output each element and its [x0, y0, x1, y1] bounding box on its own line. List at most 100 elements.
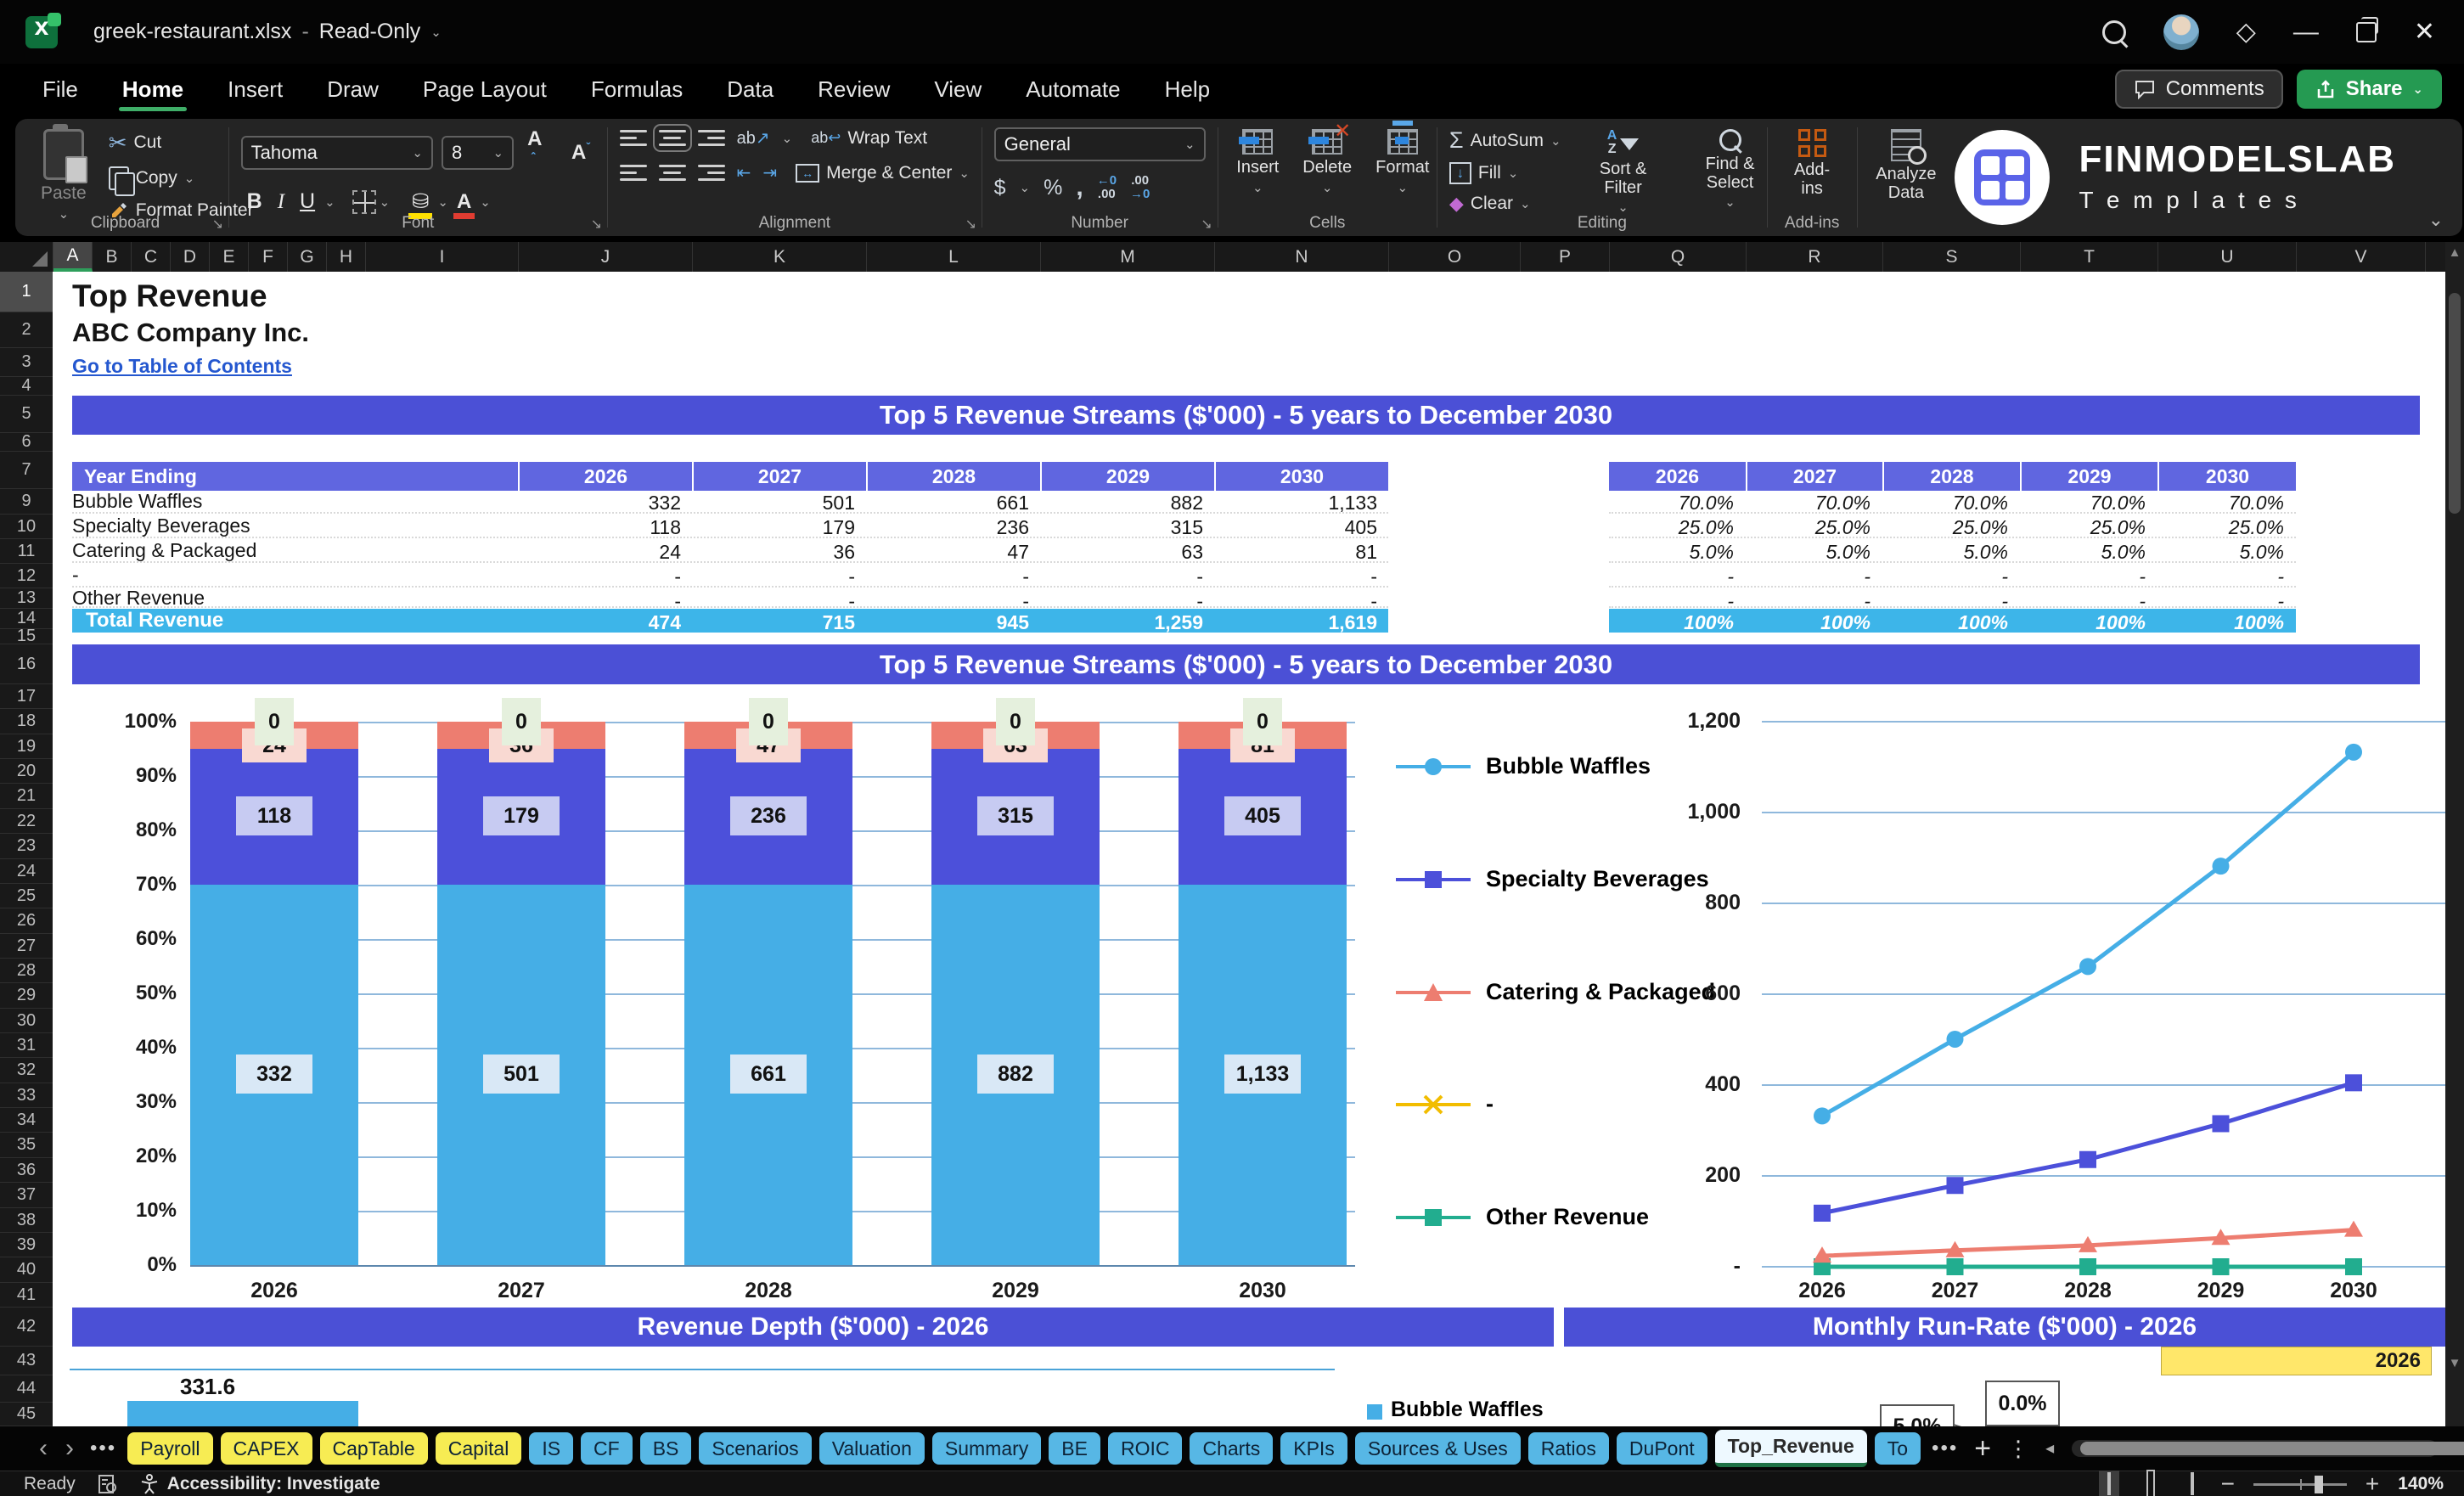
increase-decimal-button[interactable]: ←0.00 — [1097, 173, 1117, 202]
more-sheets-icon[interactable]: ••• — [1928, 1437, 1961, 1460]
row-header-29[interactable]: 29 — [0, 983, 53, 1009]
font-size-select[interactable]: 8 ⌄ — [441, 135, 515, 170]
ribbon-tab-page-layout[interactable]: Page Layout — [404, 70, 565, 110]
account-avatar[interactable] — [2163, 14, 2199, 50]
ribbon-tab-data[interactable]: Data — [708, 70, 792, 110]
row-header-1[interactable]: 1 — [0, 272, 53, 312]
column-header-K[interactable]: K — [693, 242, 867, 272]
fill-color-chevron-icon[interactable]: ⌄ — [437, 194, 448, 210]
underline-button[interactable]: U — [294, 189, 321, 214]
close-button[interactable]: ✕ — [2414, 17, 2435, 47]
column-header-Q[interactable]: Q — [1610, 242, 1747, 272]
ribbon-tab-file[interactable]: File — [24, 70, 97, 110]
row-header-42[interactable]: 42 — [0, 1308, 53, 1347]
decrease-indent-icon[interactable]: ⇤ — [737, 162, 751, 183]
analyze-data-button[interactable]: Analyze Data — [1869, 127, 1943, 204]
ribbon-tab-insert[interactable]: Insert — [209, 70, 301, 110]
select-all-corner[interactable] — [0, 242, 53, 272]
borders-chevron-icon[interactable]: ⌄ — [380, 194, 391, 210]
ribbon-tab-view[interactable]: View — [915, 70, 1000, 110]
align-top-icon[interactable] — [619, 130, 647, 146]
restore-button[interactable] — [2355, 16, 2378, 42]
comments-button[interactable]: Comments — [2114, 70, 2283, 109]
column-header-U[interactable]: U — [2158, 242, 2297, 272]
number-format-select[interactable]: General ⌄ — [993, 127, 1206, 161]
paste-button[interactable]: Paste ⌄ — [34, 124, 93, 223]
row-header-7[interactable]: 7 — [0, 452, 53, 489]
row-header-19[interactable]: 19 — [0, 734, 53, 759]
delete-cells-button[interactable]: Delete ⌄ — [1296, 121, 1359, 197]
font-dialog-launcher[interactable]: ↘ — [591, 216, 602, 233]
ribbon-tab-automate[interactable]: Automate — [1007, 70, 1139, 110]
orientation-chevron-icon[interactable]: ⌄ — [782, 131, 793, 146]
row-header-12[interactable]: 12 — [0, 564, 53, 588]
row-header-20[interactable]: 20 — [0, 759, 53, 784]
row-header-32[interactable]: 32 — [0, 1058, 53, 1083]
row-header-38[interactable]: 38 — [0, 1208, 53, 1233]
vertical-scrollbar[interactable]: ▲ ▼ — [2445, 242, 2464, 1426]
column-header-R[interactable]: R — [1747, 242, 1883, 272]
merge-center-button[interactable]: ↔ Merge & Center ⌄ — [796, 163, 970, 183]
row-header-40[interactable]: 40 — [0, 1257, 53, 1283]
sort-filter-button[interactable]: AZ Sort & Filter ⌄ — [1578, 127, 1668, 217]
accounting-chevron-icon[interactable]: ⌄ — [1020, 180, 1031, 195]
ribbon-tab-draw[interactable]: Draw — [308, 70, 397, 110]
fill-color-button[interactable]: ⛁ — [407, 189, 434, 219]
column-header-H[interactable]: H — [327, 242, 366, 272]
align-left-icon[interactable] — [619, 165, 647, 181]
row-header-10[interactable]: 10 — [0, 515, 53, 539]
italic-button[interactable]: I — [272, 190, 290, 214]
row-header-15[interactable]: 15 — [0, 627, 53, 645]
sheet-tab-is[interactable]: IS — [529, 1432, 574, 1465]
column-header-N[interactable]: N — [1215, 242, 1389, 272]
accounting-format-button[interactable]: $ — [994, 176, 1006, 200]
row-header-34[interactable]: 34 — [0, 1108, 53, 1133]
zoom-slider-thumb[interactable] — [2314, 1475, 2323, 1493]
column-header-G[interactable]: G — [288, 242, 327, 272]
row-header-37[interactable]: 37 — [0, 1183, 53, 1208]
row-header-33[interactable]: 33 — [0, 1083, 53, 1108]
column-header-M[interactable]: M — [1041, 242, 1215, 272]
row-header-11[interactable]: 11 — [0, 539, 53, 564]
align-bottom-icon[interactable] — [697, 130, 725, 146]
decrease-font-button[interactable]: Aˇ — [566, 140, 595, 165]
sheet-tab-be[interactable]: BE — [1049, 1432, 1100, 1465]
column-header-F[interactable]: F — [249, 242, 288, 272]
sheet-tab-capital[interactable]: Capital — [435, 1432, 522, 1465]
find-select-button[interactable]: Find & Select ⌄ — [1685, 127, 1775, 211]
row-header-28[interactable]: 28 — [0, 959, 53, 983]
number-dialog-launcher[interactable]: ↘ — [1201, 216, 1212, 233]
wrap-text-button[interactable]: ab↩ Wrap Text — [811, 128, 927, 149]
zoom-in-button[interactable]: + — [2366, 1472, 2379, 1496]
format-cells-button[interactable]: Format ⌄ — [1369, 121, 1436, 197]
alignment-dialog-launcher[interactable]: ↘ — [965, 216, 976, 233]
row-header-17[interactable]: 17 — [0, 684, 53, 709]
vertical-scroll-thumb[interactable] — [2449, 293, 2461, 514]
column-header-B[interactable]: B — [93, 242, 132, 272]
autosum-button[interactable]: Σ AutoSum ⌄ — [1449, 127, 1561, 154]
sheet-tab-dupont[interactable]: DuPont — [1616, 1432, 1707, 1465]
column-header-T[interactable]: T — [2021, 242, 2158, 272]
column-header-O[interactable]: O — [1389, 242, 1521, 272]
column-header-I[interactable]: I — [366, 242, 519, 272]
scroll-down-icon[interactable]: ▼ — [2445, 1356, 2464, 1370]
runrate-year-cell[interactable]: 2026 — [2161, 1347, 2432, 1375]
diamond-icon[interactable]: ◇ — [2236, 19, 2256, 45]
row-header-30[interactable]: 30 — [0, 1009, 53, 1033]
borders-icon[interactable] — [352, 189, 376, 214]
page-break-view-button[interactable] — [2182, 1471, 2202, 1496]
share-button[interactable]: Share ⌄ — [2296, 70, 2442, 109]
sheet-tab-to[interactable]: To — [1874, 1432, 1921, 1465]
sheet-tab-summary[interactable]: Summary — [931, 1432, 1042, 1465]
row-header-25[interactable]: 25 — [0, 884, 53, 908]
horizontal-scroll-thumb[interactable] — [2080, 1442, 2464, 1455]
zoom-out-button[interactable]: − — [2221, 1472, 2235, 1496]
row-header-6[interactable]: 6 — [0, 432, 53, 452]
row-header-16[interactable]: 16 — [0, 644, 53, 684]
row-header-9[interactable]: 9 — [0, 489, 53, 515]
title-chevron-icon[interactable]: ⌄ — [430, 25, 442, 40]
sheet-tab-payroll[interactable]: Payroll — [127, 1432, 213, 1465]
row-header-35[interactable]: 35 — [0, 1133, 53, 1158]
column-header-S[interactable]: S — [1883, 242, 2021, 272]
search-icon[interactable] — [2101, 20, 2126, 44]
